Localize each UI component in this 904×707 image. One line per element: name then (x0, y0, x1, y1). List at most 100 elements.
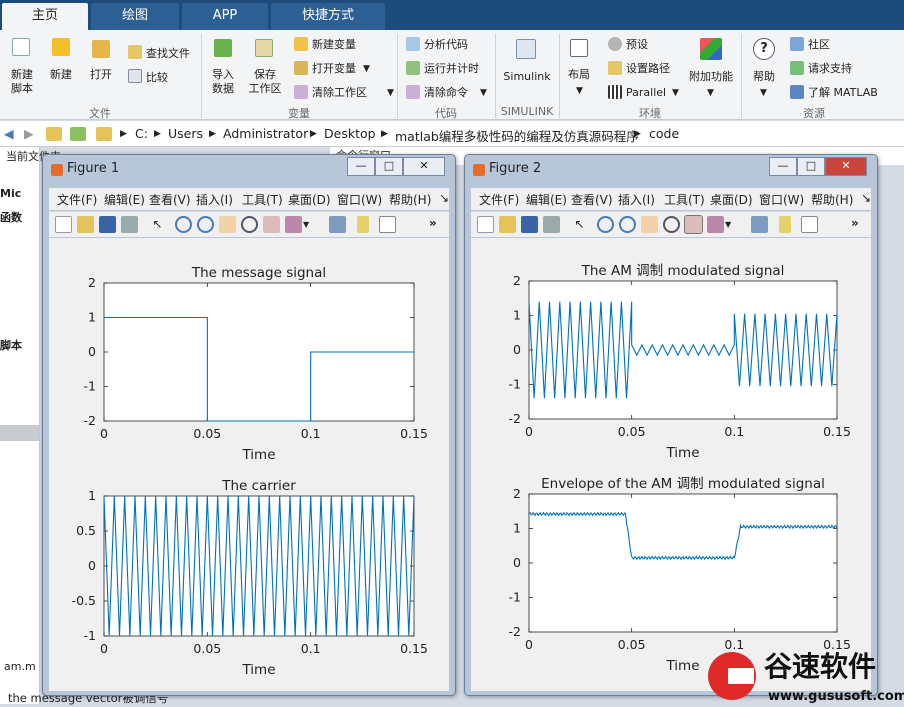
menu-file[interactable]: 文件(F) (57, 191, 97, 208)
colorbar-icon[interactable] (357, 216, 369, 233)
save-icon[interactable] (521, 216, 538, 233)
back-arrow-icon[interactable]: ◀ (4, 126, 14, 141)
minimize-button[interactable]: — (769, 157, 797, 176)
toolbar-overflow-icon[interactable]: » (429, 216, 446, 233)
pan-hand-icon[interactable] (641, 216, 658, 233)
open-button[interactable]: 打开 (86, 68, 116, 82)
path-segment[interactable]: code (649, 126, 679, 141)
print-icon[interactable] (543, 216, 560, 233)
pan-hand-icon[interactable] (219, 216, 236, 233)
print-icon[interactable] (121, 216, 138, 233)
toolbar-overflow-icon[interactable]: » (851, 216, 868, 233)
tab-apps[interactable]: APP (182, 3, 268, 30)
new-variable-button[interactable]: 新建变量 (312, 38, 356, 52)
link-plot-icon[interactable] (751, 216, 768, 233)
layout-button[interactable]: 布局 (564, 68, 594, 82)
open-file-icon[interactable] (499, 216, 516, 233)
chevron-down-icon[interactable]: ▼ (480, 86, 487, 100)
tab-home[interactable]: 主页 (2, 3, 88, 30)
chevron-down-icon[interactable]: ▼ (672, 86, 679, 100)
simulink-button[interactable]: Simulink (500, 70, 554, 84)
preferences-button[interactable]: 预设 (626, 38, 648, 52)
brush-icon[interactable] (285, 216, 302, 233)
parallel-button[interactable]: Parallel (626, 86, 666, 100)
menu-help[interactable]: 帮助(H) (389, 191, 431, 208)
open-file-icon[interactable] (77, 216, 94, 233)
rotate-icon[interactable] (241, 216, 258, 233)
chevron-down-icon[interactable]: ▼ (363, 62, 370, 76)
chevron-down-icon[interactable]: ▼ (387, 86, 394, 100)
menu-overflow-icon[interactable]: ↘ (861, 191, 871, 205)
menu-file[interactable]: 文件(F) (479, 191, 519, 208)
menu-window[interactable]: 窗口(W) (337, 191, 382, 208)
chevron-down-icon[interactable]: ▼ (760, 86, 767, 100)
menu-view[interactable]: 查看(V) (571, 191, 613, 208)
request-support-button[interactable]: 请求支持 (808, 62, 852, 76)
close-button[interactable]: ✕ (403, 157, 445, 176)
path-segment[interactable]: Administrator (223, 126, 308, 141)
menu-tools[interactable]: 工具(T) (242, 191, 283, 208)
path-segment[interactable]: matlab编程多极性码的编程及仿真源码程序 (395, 126, 639, 145)
import-data-button[interactable]: 导入 数据 (206, 68, 240, 96)
file-name[interactable]: am.m (4, 660, 36, 673)
data-cursor-icon[interactable] (684, 215, 703, 234)
add-ons-button[interactable]: 附加功能 (688, 70, 734, 84)
zoom-out-icon[interactable] (619, 216, 636, 233)
selected-row[interactable] (0, 425, 40, 441)
path-segment[interactable]: Desktop (324, 126, 376, 141)
learn-matlab-button[interactable]: 了解 MATLAB (808, 86, 878, 100)
tab-plots[interactable]: 绘图 (91, 3, 179, 30)
set-path-button[interactable]: 设置路径 (626, 62, 670, 76)
clear-commands-button[interactable]: 清除命令 (424, 86, 468, 100)
data-cursor-icon[interactable] (263, 216, 280, 233)
menu-overflow-icon[interactable]: ↘ (439, 191, 449, 205)
save-icon[interactable] (99, 216, 116, 233)
chevron-down-icon[interactable]: ▼ (707, 86, 714, 100)
legend-icon[interactable] (379, 216, 396, 233)
save-workspace-button[interactable]: 保存 工作区 (244, 68, 286, 96)
menu-edit[interactable]: 编辑(E) (104, 191, 145, 208)
chevron-down-icon[interactable]: ▼ (303, 216, 320, 233)
menu-tools[interactable]: 工具(T) (664, 191, 705, 208)
figure2-window[interactable]: Figure 2 — □ ✕ 文件(F) 编辑(E) 查看(V) 插入(I) 工… (464, 154, 878, 696)
menu-insert[interactable]: 插入(I) (196, 191, 233, 208)
new-script-button[interactable]: 新建 脚本 (4, 68, 40, 96)
rotate-icon[interactable] (663, 216, 680, 233)
path-segment[interactable]: Users (168, 126, 203, 141)
tree-node[interactable]: Mic (0, 187, 21, 200)
menu-desktop[interactable]: 桌面(D) (288, 191, 331, 208)
run-and-time-button[interactable]: 运行并计时 (424, 62, 479, 76)
path-segment[interactable]: C: (135, 126, 148, 141)
menu-help[interactable]: 帮助(H) (811, 191, 853, 208)
zoom-in-icon[interactable] (175, 216, 192, 233)
new-figure-icon[interactable] (477, 216, 494, 233)
tree-node[interactable]: 函数 (0, 209, 22, 225)
browse-folder-icon[interactable] (70, 127, 86, 141)
figure1-window[interactable]: Figure 1 — □ ✕ 文件(F) 编辑(E) 查看(V) 插入(I) 工… (42, 154, 456, 696)
new-button[interactable]: 新建 (46, 68, 76, 82)
maximize-button[interactable]: □ (797, 157, 825, 176)
colorbar-icon[interactable] (779, 216, 791, 233)
tree-node[interactable]: 脚本 (0, 337, 22, 353)
help-button[interactable]: 帮助 (748, 70, 780, 84)
close-button[interactable]: ✕ (825, 157, 867, 176)
pointer-icon[interactable]: ↖ (571, 216, 588, 233)
legend-icon[interactable] (801, 216, 818, 233)
open-variable-button[interactable]: 打开变量 (312, 62, 356, 76)
zoom-out-icon[interactable] (197, 216, 214, 233)
up-folder-icon[interactable] (46, 127, 62, 141)
menu-edit[interactable]: 编辑(E) (526, 191, 567, 208)
link-plot-icon[interactable] (329, 216, 346, 233)
maximize-button[interactable]: □ (375, 157, 403, 176)
pointer-icon[interactable]: ↖ (149, 216, 166, 233)
menu-view[interactable]: 查看(V) (149, 191, 191, 208)
menu-insert[interactable]: 插入(I) (618, 191, 655, 208)
chevron-down-icon[interactable]: ▼ (725, 216, 742, 233)
minimize-button[interactable]: — (347, 157, 375, 176)
menu-window[interactable]: 窗口(W) (759, 191, 804, 208)
clear-workspace-button[interactable]: 清除工作区 (312, 86, 367, 100)
tab-shortcuts[interactable]: 快捷方式 (271, 3, 385, 30)
find-files-button[interactable]: 查找文件 (146, 47, 190, 61)
brush-icon[interactable] (707, 216, 724, 233)
community-button[interactable]: 社区 (808, 38, 830, 52)
